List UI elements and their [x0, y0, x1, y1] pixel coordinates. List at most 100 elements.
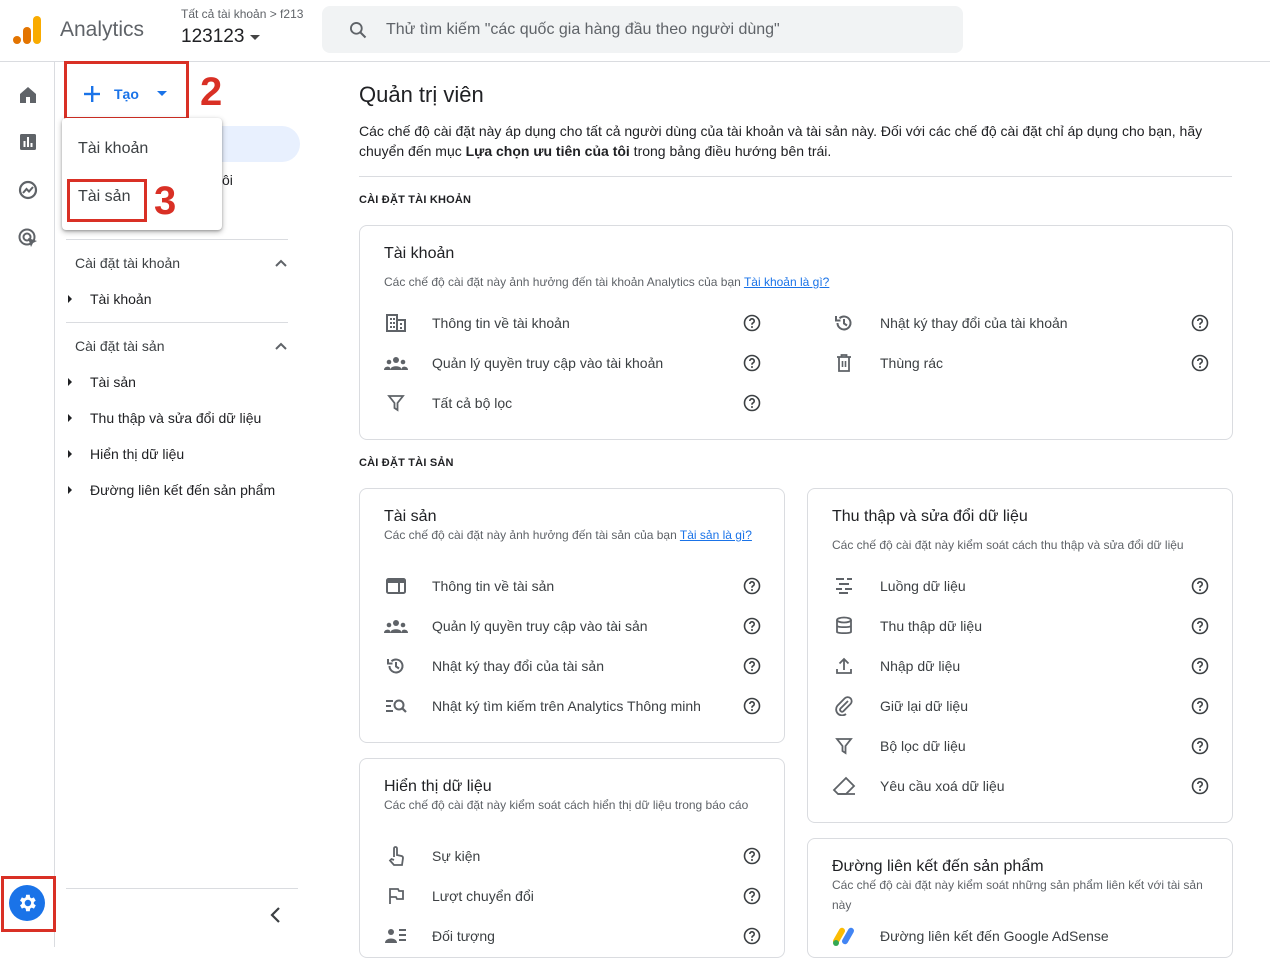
- page-description: Các chế độ cài đặt này áp dụng cho tất c…: [359, 121, 1219, 161]
- search-bar[interactable]: Thử tìm kiếm "các quốc gia hàng đầu theo…: [322, 6, 963, 53]
- nav-item-account[interactable]: Tài khoản: [68, 291, 151, 307]
- database-icon: [832, 614, 856, 638]
- help-icon[interactable]: [743, 887, 761, 905]
- help-icon[interactable]: [743, 617, 761, 635]
- row-label: Luồng dữ liệu: [880, 578, 966, 594]
- account-access-row[interactable]: Quản lý quyền truy cập vào tài khoản: [384, 351, 663, 375]
- help-icon[interactable]: [1191, 697, 1209, 715]
- adsense-link-row[interactable]: Đường liên kết đến Google AdSense: [832, 924, 1109, 948]
- chevron-up-icon[interactable]: [275, 259, 287, 267]
- property-settings-header: CÀI ĐẶT TÀI SẢN: [359, 457, 454, 469]
- nav-item-property[interactable]: Tài sản: [68, 374, 136, 390]
- nav-section-property-settings[interactable]: Cài đặt tài sản: [75, 338, 165, 354]
- data-deletion-row[interactable]: Yêu cầu xoá dữ liệu: [832, 774, 1005, 798]
- property-change-history-row[interactable]: Nhật ký thay đổi của tài sản: [384, 654, 604, 678]
- events-row[interactable]: Sự kiện: [384, 844, 480, 868]
- account-breadcrumb[interactable]: Tất cả tài khoản > f213: [181, 7, 303, 21]
- help-icon[interactable]: [1191, 354, 1209, 372]
- people-icon: [384, 351, 408, 375]
- row-label: Đối tượng: [432, 928, 495, 944]
- home-icon[interactable]: [16, 83, 40, 107]
- touch-icon: [384, 844, 408, 868]
- row-label: Nhật ký tìm kiếm trên Analytics Thông mi…: [432, 698, 701, 714]
- menu-item-account[interactable]: Tài khoản: [78, 140, 148, 158]
- data-streams-icon: [832, 574, 856, 598]
- nav-item-data-collection[interactable]: Thu thập và sửa đổi dữ liệu: [68, 410, 261, 426]
- annotation-step-3: 3: [154, 179, 177, 223]
- audiences-row[interactable]: Đối tượng: [384, 924, 495, 948]
- row-label: Nhật ký thay đổi của tài sản: [432, 658, 604, 674]
- help-icon[interactable]: [1191, 777, 1209, 795]
- row-label: Yêu cầu xoá dữ liệu: [880, 778, 1005, 794]
- help-icon[interactable]: [1191, 737, 1209, 755]
- gear-icon[interactable]: [9, 885, 45, 921]
- my-preferences-link[interactable]: Lựa chọn ưu tiên của tôi: [466, 143, 630, 159]
- nav-item-label: Hiển thị dữ liệu: [90, 446, 185, 462]
- help-icon[interactable]: [743, 847, 761, 865]
- help-icon[interactable]: [743, 314, 761, 332]
- row-label: Tất cả bộ lọc: [432, 395, 513, 411]
- property-info-row[interactable]: Thông tin về tài sản: [384, 574, 554, 598]
- card-title: Đường liên kết đến sản phẩm: [832, 858, 1044, 875]
- help-icon[interactable]: [743, 697, 761, 715]
- trash-row[interactable]: Thùng rác: [832, 351, 943, 375]
- nav-item-label: Đường liên kết đến sản phẩm: [90, 482, 276, 498]
- help-icon[interactable]: [743, 577, 761, 595]
- account-settings-header: CÀI ĐẶT TÀI KHOẢN: [359, 194, 472, 206]
- nav-section-account-settings[interactable]: Cài đặt tài khoản: [75, 255, 180, 271]
- account-card: Tài khoản Các chế độ cài đặt này ảnh hưở…: [359, 225, 1233, 440]
- reports-icon[interactable]: [16, 130, 40, 154]
- help-icon[interactable]: [1191, 314, 1209, 332]
- row-label: Giữ lại dữ liệu: [880, 698, 968, 714]
- advertising-icon[interactable]: [16, 226, 40, 250]
- data-collection-card: Thu thập và sửa đổi dữ liệu Các chế độ c…: [807, 488, 1233, 823]
- help-icon[interactable]: [743, 927, 761, 945]
- help-icon[interactable]: [1191, 657, 1209, 675]
- nav-item-data-display[interactable]: Hiển thị dữ liệu: [68, 446, 184, 462]
- caret-down-icon: [250, 34, 261, 40]
- card-subtitle: Các chế độ cài đặt này ảnh hưởng đến tài…: [384, 525, 754, 545]
- card-title: Hiển thị dữ liệu: [384, 778, 492, 795]
- property-card: Tài sản Các chế độ cài đặt này ảnh hưởng…: [359, 488, 785, 743]
- chevron-left-icon[interactable]: [268, 906, 282, 924]
- help-icon[interactable]: [1191, 617, 1209, 635]
- card-subtitle: Các chế độ cài đặt này kiểm soát cách hi…: [384, 798, 749, 812]
- nav-item-product-links[interactable]: Đường liên kết đến sản phẩm: [68, 482, 275, 498]
- adsense-icon: [832, 924, 856, 948]
- row-label: Đường liên kết đến Google AdSense: [880, 928, 1109, 944]
- analytics-logo-icon[interactable]: [13, 15, 41, 45]
- card-subtitle: Các chế độ cài đặt này kiểm soát cách th…: [832, 538, 1184, 552]
- data-retention-row[interactable]: Giữ lại dữ liệu: [832, 694, 968, 718]
- account-change-history-row[interactable]: Nhật ký thay đổi của tài khoản: [832, 311, 1068, 335]
- conversions-row[interactable]: Lượt chuyển đổi: [384, 884, 534, 908]
- desc-text: trong bảng điều hướng bên trái.: [629, 143, 832, 159]
- help-icon[interactable]: [743, 354, 761, 372]
- nav-divider: [66, 888, 298, 889]
- account-info-row[interactable]: Thông tin về tài khoản: [384, 311, 570, 335]
- search-input[interactable]: Thử tìm kiếm "các quốc gia hàng đầu theo…: [386, 21, 780, 39]
- data-streams-row[interactable]: Luồng dữ liệu: [832, 574, 966, 598]
- account-name: 123123: [181, 26, 245, 47]
- help-icon[interactable]: [743, 394, 761, 412]
- search-history-row[interactable]: Nhật ký tìm kiếm trên Analytics Thông mi…: [384, 694, 701, 718]
- help-icon[interactable]: [743, 657, 761, 675]
- explore-icon[interactable]: [16, 178, 40, 202]
- nav-item-label: Tài sản: [90, 374, 136, 390]
- property-help-link[interactable]: Tài sản là gì?: [680, 528, 752, 542]
- data-filters-row[interactable]: Bộ lọc dữ liệu: [832, 734, 966, 758]
- row-label: Thu thập dữ liệu: [880, 618, 982, 634]
- top-bar: Analytics Tất cả tài khoản > f213 123123…: [0, 0, 1270, 62]
- account-selector[interactable]: 123123: [181, 26, 261, 48]
- audience-icon: [384, 924, 408, 948]
- card-subtitle: Các chế độ cài đặt này ảnh hưởng đến tài…: [384, 272, 829, 292]
- all-filters-row[interactable]: Tất cả bộ lọc: [384, 391, 512, 415]
- data-collection-row[interactable]: Thu thập dữ liệu: [832, 614, 982, 638]
- chevron-up-icon[interactable]: [275, 342, 287, 350]
- account-help-link[interactable]: Tài khoản là gì?: [744, 275, 829, 289]
- card-title: Tài khoản: [384, 245, 455, 262]
- data-import-row[interactable]: Nhập dữ liệu: [832, 654, 960, 678]
- help-icon[interactable]: [1191, 577, 1209, 595]
- paperclip-icon: [832, 694, 856, 718]
- people-icon: [384, 614, 408, 638]
- property-access-row[interactable]: Quản lý quyền truy cập vào tài sản: [384, 614, 648, 638]
